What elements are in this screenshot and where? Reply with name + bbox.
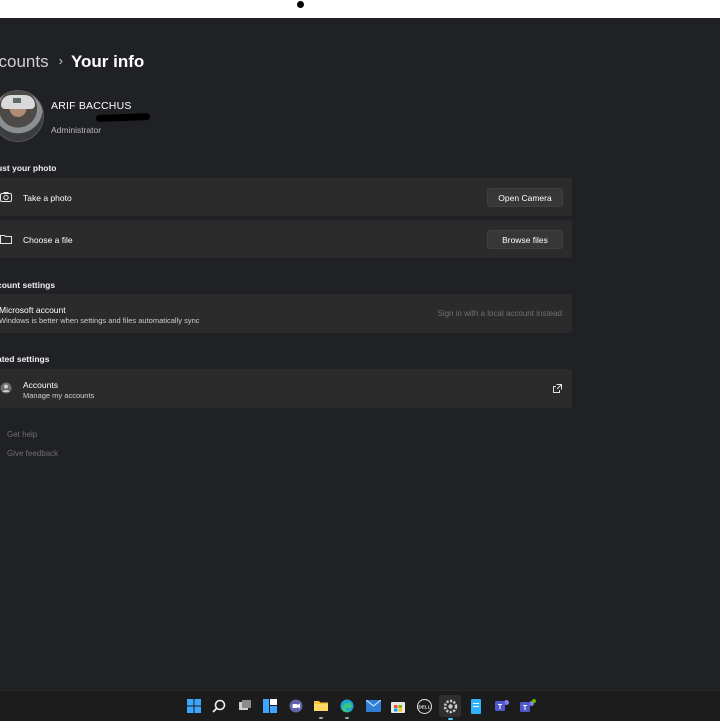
account-settings-title: count settings: [0, 280, 56, 290]
user-name: ARIF BACCHUS: [51, 100, 132, 112]
running-indicator: [345, 717, 349, 719]
task-view-icon[interactable]: [236, 697, 254, 715]
teams-icon[interactable]: T: [493, 697, 511, 715]
external-link-icon[interactable]: [553, 384, 562, 393]
take-photo-row: Take a photo Open Camera: [0, 178, 572, 216]
browse-files-button[interactable]: Browse files: [487, 230, 563, 249]
avatar-cap-logo: [13, 98, 21, 103]
microsoft-account-label: Microsoft account: [0, 305, 66, 315]
avatar: [0, 90, 44, 142]
taskbar: DELL T T: [0, 690, 720, 721]
take-photo-label: Take a photo: [23, 193, 72, 203]
settings-page: ccounts › Your info ARIF BACCHUS Administr…: [0, 18, 720, 690]
running-indicator: [319, 717, 323, 719]
dell-icon[interactable]: DELL: [415, 697, 433, 715]
get-help-link[interactable]: Get help: [7, 430, 37, 439]
chat-icon[interactable]: [287, 697, 305, 715]
search-icon[interactable]: [210, 697, 228, 715]
local-account-link[interactable]: Sign in with a local account instead: [437, 309, 562, 318]
edge-icon[interactable]: [338, 697, 356, 719]
webcam-dot: [297, 1, 304, 8]
page-title: Your info: [70, 52, 145, 71]
svg-text:T: T: [523, 705, 528, 712]
breadcrumb-chevron-icon: ›: [58, 53, 63, 68]
microsoft-account-sublabel: Windows is better when settings and file…: [0, 316, 200, 325]
store-icon[interactable]: [389, 697, 407, 715]
choose-file-label: Choose a file: [23, 235, 73, 245]
open-camera-button[interactable]: Open Camera: [487, 188, 563, 207]
file-explorer-icon[interactable]: [312, 697, 330, 719]
settings-icon[interactable]: [439, 695, 461, 720]
notepad-icon[interactable]: [467, 697, 485, 715]
mail-icon[interactable]: [364, 697, 382, 715]
breadcrumb-accounts[interactable]: ccounts: [0, 52, 49, 71]
svg-text:DELL: DELL: [418, 704, 430, 709]
folder-icon: [0, 235, 12, 244]
svg-text:T: T: [497, 704, 502, 711]
redaction-mark: [95, 113, 151, 122]
accounts-icon: [0, 382, 12, 394]
camera-icon: [0, 192, 12, 202]
top-bezel: [0, 0, 720, 18]
teams-preview-icon[interactable]: T: [519, 697, 537, 715]
choose-file-row: Choose a file Browse files: [0, 220, 572, 258]
start-icon[interactable]: [185, 697, 203, 715]
accounts-label: Accounts: [23, 380, 58, 390]
user-role: Administrator: [51, 125, 102, 135]
accounts-sublabel: Manage my accounts: [23, 391, 95, 400]
accounts-row[interactable]: Accounts Manage my accounts: [0, 369, 572, 408]
related-settings-title: ated settings: [0, 354, 50, 364]
give-feedback-link[interactable]: Give feedback: [7, 449, 58, 458]
photo-section-title: ust your photo: [0, 163, 57, 173]
widgets-icon[interactable]: [261, 697, 279, 715]
microsoft-account-row: Microsoft account Windows is better when…: [0, 294, 572, 333]
breadcrumb: ccounts › Your info: [0, 52, 144, 72]
